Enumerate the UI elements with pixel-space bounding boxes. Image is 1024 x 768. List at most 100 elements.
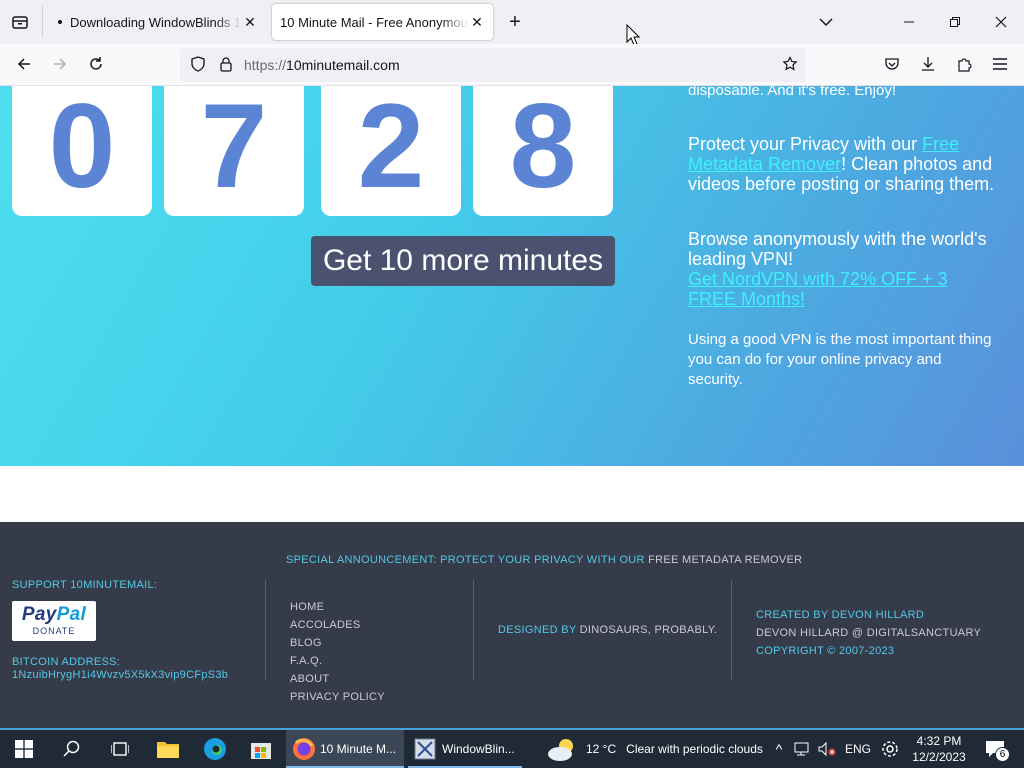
- network-button[interactable]: [792, 730, 814, 768]
- downloads-button[interactable]: [918, 54, 938, 74]
- footer-divider: [265, 580, 266, 680]
- back-button[interactable]: [12, 52, 36, 76]
- network-icon: [794, 742, 809, 756]
- clock-time: 4:32 PM: [916, 734, 962, 748]
- nordvpn-link[interactable]: Get NordVPN with 72% OFF + 3 FREE Months…: [688, 269, 978, 309]
- tracking-protection-button[interactable]: [188, 54, 208, 74]
- timer-digit-card: 7: [164, 86, 304, 216]
- arrow-left-icon: [17, 58, 30, 70]
- restore-icon: [950, 17, 960, 27]
- minimize-button[interactable]: [886, 0, 932, 44]
- designed-by: DESIGNED BY DINOSAURS, PROBABLY.: [498, 624, 717, 636]
- restore-button[interactable]: [932, 0, 978, 44]
- search-button[interactable]: [48, 730, 96, 768]
- new-tab-button[interactable]: +: [503, 10, 527, 34]
- firefox-icon: [293, 738, 315, 760]
- footer-link-privacy-policy[interactable]: PRIVACY POLICY: [290, 688, 385, 706]
- bitcoin-address: 1NzuibHrygH1i4Wvzv5X5kX3vip9CFpS3b: [12, 669, 229, 681]
- close-tab-icon[interactable]: ✕: [469, 14, 485, 31]
- taskbar-app-label: 10 Minute M...: [320, 742, 397, 756]
- paypal-brand-a: Pay: [21, 604, 57, 625]
- list-all-tabs-button[interactable]: [814, 10, 838, 34]
- app-menu-button[interactable]: [990, 54, 1010, 74]
- input-language-button[interactable]: ENG: [844, 730, 872, 768]
- notification-center-button[interactable]: 6: [980, 730, 1010, 768]
- firefox-view-button[interactable]: [8, 10, 32, 34]
- designed-by-label: DESIGNED BY: [498, 624, 580, 636]
- star-icon: [782, 56, 798, 71]
- bitcoin-label: BITCOIN ADDRESS:: [12, 656, 121, 668]
- footer-link-blog[interactable]: BLOG: [290, 634, 385, 652]
- timer-digit-card: 0: [12, 86, 152, 216]
- file-explorer-button[interactable]: [144, 730, 192, 768]
- tab-title: Downloading WindowBlinds 11: [70, 14, 242, 30]
- bookmark-button[interactable]: [780, 54, 800, 74]
- volume-button[interactable]: [816, 730, 838, 768]
- store-button[interactable]: [238, 730, 284, 768]
- weather-temp: 12 °C: [586, 742, 617, 756]
- minimize-icon: [904, 21, 914, 23]
- taskbar-app-windowblinds[interactable]: WindowBlin...: [408, 730, 522, 768]
- footer-link-accolades[interactable]: ACCOLADES: [290, 616, 385, 634]
- footer-link-home[interactable]: HOME: [290, 598, 385, 616]
- lock-icon: [220, 57, 232, 72]
- footer-link-faq[interactable]: F.A.Q.: [290, 652, 385, 670]
- timer-digit-card: 8: [473, 86, 613, 216]
- get-more-minutes-button[interactable]: Get 10 more minutes: [311, 236, 615, 286]
- task-view-button[interactable]: [96, 730, 144, 768]
- edge-button[interactable]: [192, 730, 238, 768]
- store-icon: [251, 743, 271, 759]
- url-text[interactable]: https://10minutemail.com: [244, 57, 400, 73]
- weather-widget[interactable]: 12 °C Clear with periodic clouds: [546, 730, 766, 768]
- footer: SPECIAL ANNOUNCEMENT: PROTECT YOUR PRIVA…: [0, 522, 1024, 728]
- site-info-button[interactable]: [216, 54, 236, 74]
- footer-nav: HOME ACCOLADES BLOG F.A.Q. ABOUT PRIVACY…: [290, 598, 385, 706]
- author-handle[interactable]: DEVON HILLARD @ DIGITALSANCTUARY: [756, 624, 981, 642]
- tab-10minutemail[interactable]: 10 Minute Mail - Free Anonymous Temporar…: [272, 4, 493, 40]
- url-scheme: https://: [244, 57, 287, 73]
- timer-digit-card: 2: [321, 86, 461, 216]
- footer-announcement: SPECIAL ANNOUNCEMENT: PROTECT YOUR PRIVA…: [286, 554, 802, 566]
- arrow-right-icon: [54, 58, 67, 70]
- partly-cloudy-icon: [548, 739, 573, 761]
- clock-date: 12/2/2023: [912, 750, 966, 764]
- close-window-button[interactable]: [978, 0, 1024, 44]
- footer-divider: [473, 580, 474, 680]
- reload-button[interactable]: [84, 52, 108, 76]
- pocket-icon: [885, 58, 899, 70]
- footer-link-about[interactable]: ABOUT: [290, 670, 385, 688]
- vpn-promo-text: Browse anonymously with the world's lead…: [688, 229, 987, 269]
- forward-button[interactable]: [48, 52, 72, 76]
- announcement-link[interactable]: FREE METADATA REMOVER: [648, 554, 802, 566]
- support-label: SUPPORT 10MINUTEMAIL:: [12, 579, 158, 591]
- timer-digit: 2: [357, 86, 425, 213]
- start-button[interactable]: [0, 730, 48, 768]
- reload-icon: [90, 57, 102, 70]
- copyright: COPYRIGHT © 2007-2023: [756, 645, 895, 657]
- paypal-brand-b: Pal: [56, 604, 87, 625]
- paypal-donate-label: DONATE: [32, 626, 76, 636]
- paypal-donate-button[interactable]: PayPal DONATE: [12, 601, 96, 641]
- created-by: CREATED BY DEVON HILLARD: [756, 609, 925, 621]
- vpn-note: Using a good VPN is the most important t…: [688, 331, 992, 388]
- firefox-view-icon: [12, 16, 28, 29]
- announcement-text: SPECIAL ANNOUNCEMENT: PROTECT YOUR PRIVA…: [286, 554, 649, 566]
- clock[interactable]: 4:32 PM 12/2/2023: [906, 730, 972, 768]
- pocket-button[interactable]: [882, 54, 902, 74]
- settings-button[interactable]: [878, 730, 902, 768]
- url-host: 10minutemail.com: [286, 57, 400, 73]
- close-icon: [995, 16, 1007, 28]
- plus-icon: +: [509, 10, 521, 33]
- close-tab-icon[interactable]: ✕: [242, 14, 258, 31]
- timer-digit: 7: [200, 86, 268, 213]
- extensions-button[interactable]: [954, 54, 974, 74]
- volume-muted-icon: [818, 741, 836, 757]
- tab-downloading-windowblinds[interactable]: Downloading WindowBlinds 11 ✕: [44, 4, 266, 40]
- paypal-logo: PayPal: [12, 601, 96, 626]
- puzzle-icon: [958, 58, 972, 72]
- tab-title: 10 Minute Mail - Free Anonymous Temporar…: [280, 14, 469, 30]
- timer-digit: 0: [48, 86, 116, 213]
- show-hidden-icons-button[interactable]: ^: [770, 730, 788, 768]
- designed-by-value[interactable]: DINOSAURS, PROBABLY.: [580, 624, 718, 636]
- taskbar-app-firefox[interactable]: 10 Minute M...: [286, 730, 404, 768]
